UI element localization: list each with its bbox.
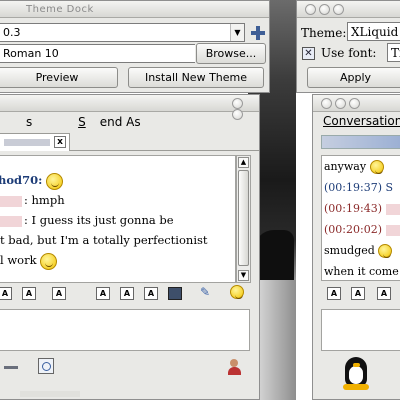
bold-button[interactable]: A [52,287,66,300]
tab-label-redacted [4,139,50,146]
add-icon[interactable] [250,25,266,41]
menu-item-send-as[interactable]: Send As [64,115,155,129]
chat-window-right: Conversation anyway (00:19:37) S (00:19:… [312,94,400,400]
close-icon[interactable]: x [54,136,66,148]
message-input[interactable] [0,309,250,351]
format-toolbar: A A A A A A ✎ [0,285,259,307]
minimize-button[interactable] [319,4,330,15]
tux-buddy-icon [339,353,375,391]
buddy-info-icon[interactable] [228,358,248,376]
message-input[interactable] [321,309,400,351]
conversation-scrollbar[interactable]: ▲ ▼ [236,155,251,283]
conversation-log[interactable]: anyway (00:19:37) S (00:19:43) (00:20:02… [321,155,400,281]
theme-label: Theme: [301,26,347,40]
use-font-label: Use font: [321,46,377,60]
close-button[interactable] [305,4,316,15]
apply-button[interactable]: Apply [307,67,400,88]
tab-label-redacted[interactable] [321,135,400,149]
menu-bar: s Send As [0,112,259,132]
close-button[interactable] [232,98,243,109]
font-button[interactable]: A [327,287,341,300]
status-text-redacted [20,391,80,397]
redacted-nick [385,203,400,215]
chat-bottom-bar [0,355,259,385]
image-icon[interactable] [168,287,182,300]
message-line: anyway [324,156,400,177]
maximize-button[interactable] [349,98,360,109]
search-icon[interactable] [38,358,54,374]
chat-titlebar[interactable] [0,95,259,120]
scroll-up-icon[interactable]: ▲ [238,157,249,168]
scroll-down-icon[interactable]: ▼ [238,270,249,281]
theme-dock-window: Theme Dock 0.3 ▼ Roman 10 Browse... Prev… [0,0,270,93]
message-line: hod70: [0,170,235,190]
redacted-nick [0,195,22,207]
maximize-button[interactable] [333,4,344,15]
underline-button[interactable]: A [120,287,134,300]
message-line: (00:20:02) [324,219,400,240]
minus-icon[interactable] [4,366,18,369]
bold-button[interactable]: A [377,287,391,300]
theme-select[interactable]: XLiquid [347,22,400,41]
chat-window-left: s Send As x hod70: : hmph : I guess its … [0,94,260,400]
message-line: when it come [324,265,399,278]
chat-titlebar[interactable] [313,95,400,112]
font-field[interactable]: Roman 10 [0,44,195,63]
install-theme-button[interactable]: Install New Theme [128,67,264,88]
redacted-nick [0,215,22,227]
font-button[interactable]: A [0,287,12,300]
message-line: : I guess its just gonna be [0,210,235,230]
font-select[interactable]: Ti [387,43,400,62]
conversation-tabs: x [0,133,259,151]
browse-button[interactable]: Browse... [196,43,266,64]
italic-button[interactable]: A [96,287,110,300]
minimize-button[interactable] [335,98,346,109]
message-line: smudged [324,240,400,261]
smiley-menu-icon[interactable] [230,285,244,299]
conversation-log[interactable]: hod70: : hmph : I guess its just gonna b… [0,155,236,283]
smiley-icon [369,160,384,174]
smiley-icon [378,244,393,258]
scroll-thumb[interactable] [238,170,249,266]
message-line: (00:19:37) S [324,181,394,194]
menu-item-conversation[interactable]: Conversation [323,114,400,128]
message-line: l work [0,250,235,270]
conversation-tab[interactable]: x [0,133,70,151]
font-value: Ti [391,46,400,60]
format-toolbar: A A A [313,285,400,307]
link-icon[interactable]: ✎ [198,286,212,300]
close-button[interactable] [321,98,332,109]
font-color-button[interactable]: A [22,287,36,300]
use-font-checkbox[interactable]: ✕ [302,47,315,60]
theme-settings-titlebar[interactable] [297,1,400,18]
message-line: t bad, but I'm a totally perfectionist [0,233,208,247]
theme-dock-titlebar[interactable]: Theme Dock [0,1,269,18]
smiley-icon [40,252,58,270]
bigger-text-button[interactable]: A [144,287,158,300]
version-select[interactable]: 0.3 ▼ [0,23,245,42]
smiley-icon [45,172,63,190]
chevron-down-icon[interactable]: ▼ [230,24,244,41]
theme-value: XLiquid [351,25,399,39]
theme-settings-window: Theme: XLiquid ✕ Use font: Ti Apply [296,0,400,93]
version-value: 0.3 [3,26,21,39]
redacted-nick [385,224,400,236]
font-color-button[interactable]: A [351,287,365,300]
window-title: Theme Dock [26,4,94,15]
preview-button[interactable]: Preview [0,67,118,88]
message-line: : hmph [0,190,235,210]
message-line: (00:19:43) [324,198,400,219]
menu-item-partial[interactable]: s [0,115,46,129]
font-value: Roman 10 [3,47,59,60]
